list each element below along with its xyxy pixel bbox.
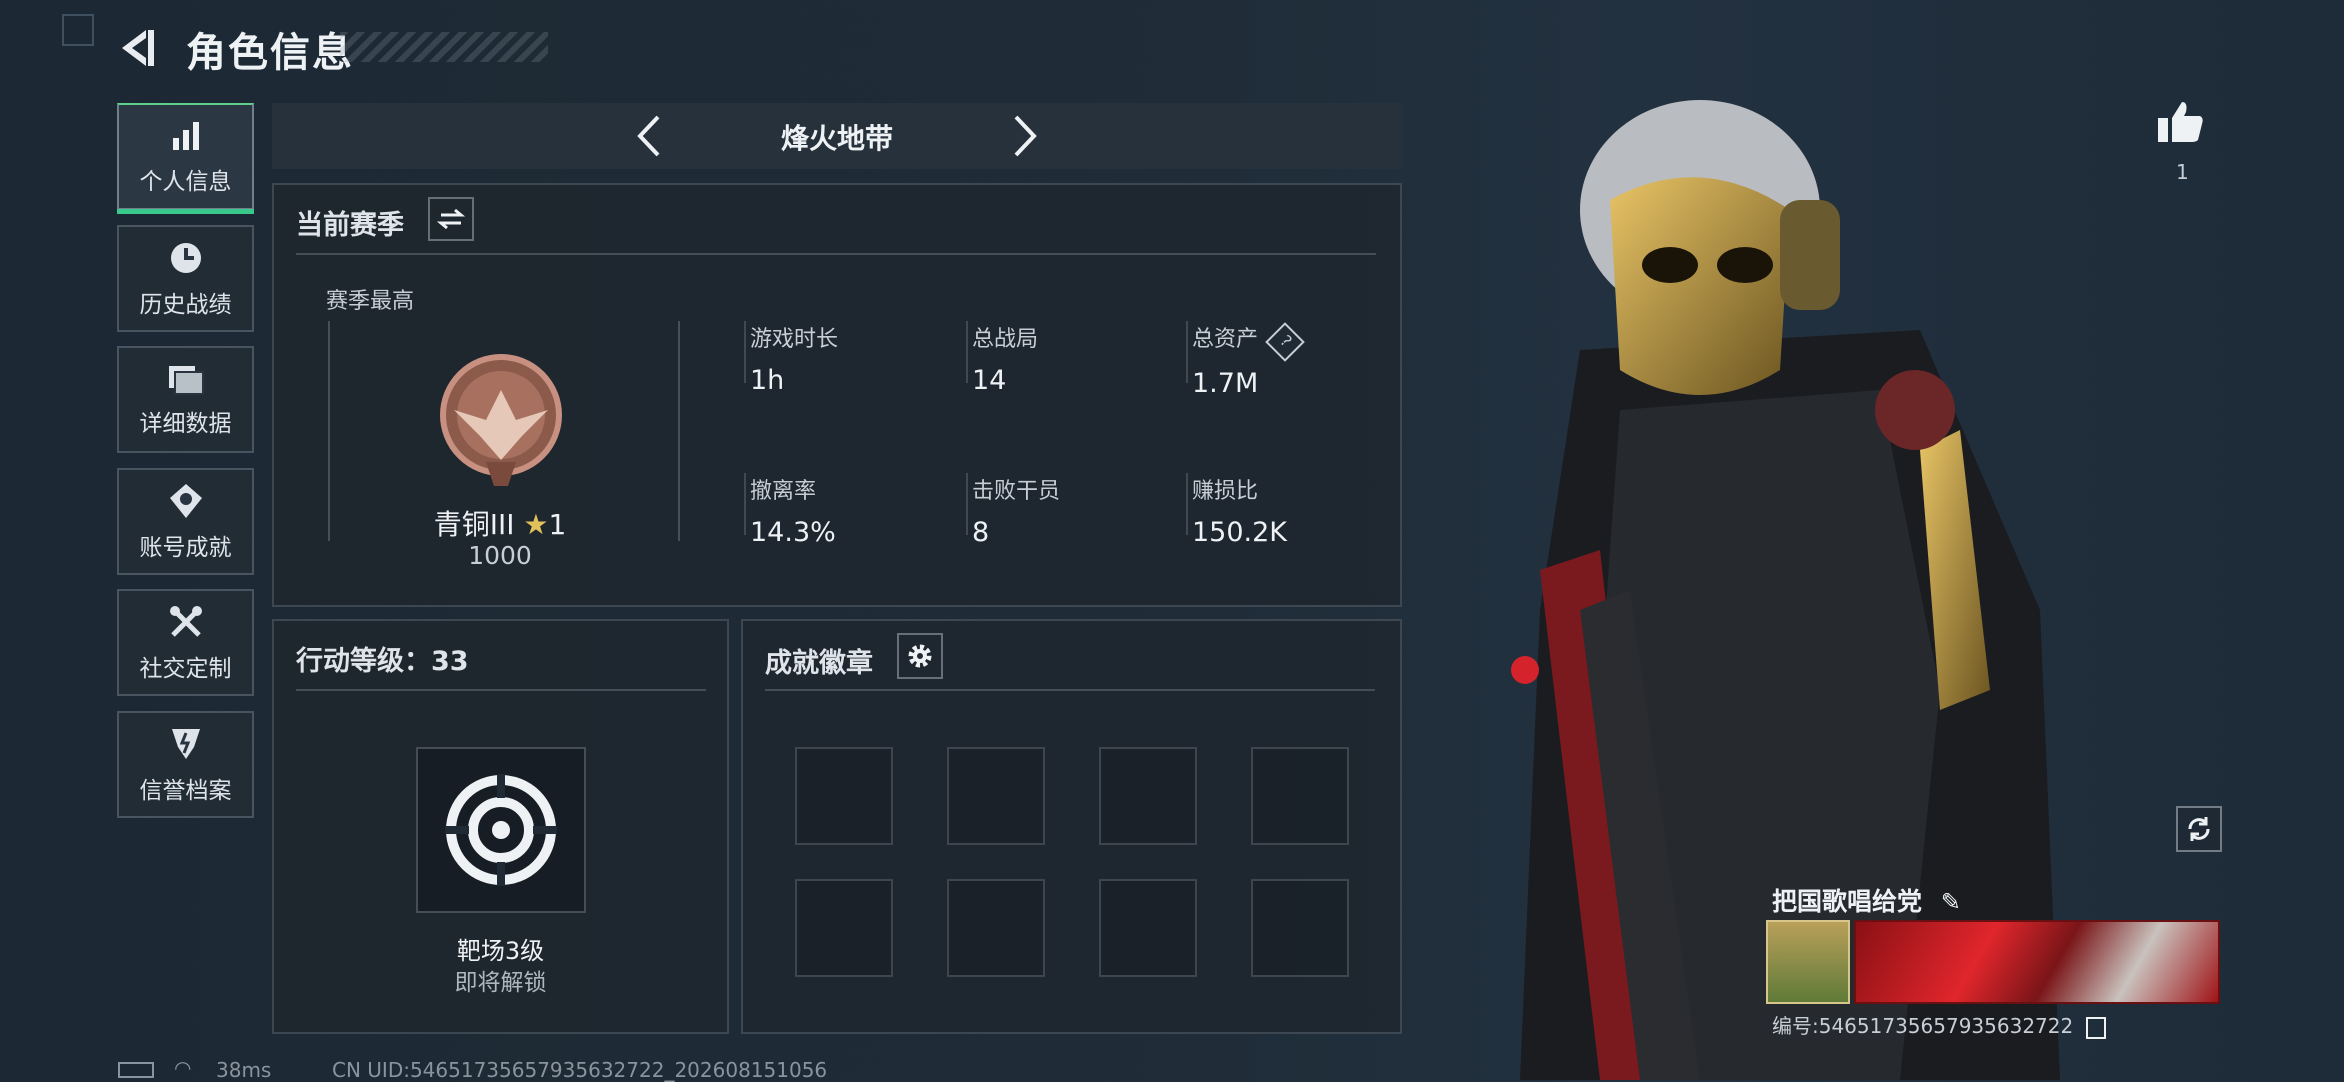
bar-chart-icon [172, 121, 199, 150]
badge-slot[interactable] [1099, 747, 1197, 845]
page-title: 角色信息 [186, 30, 354, 76]
battery-icon [118, 1062, 154, 1078]
rotate-button[interactable] [2176, 806, 2222, 852]
stat-operators-defeated: 击败干员 8 [972, 479, 1061, 548]
divider [765, 689, 1375, 691]
sidebar-item-detailed-data[interactable]: 详细数据 [117, 346, 254, 453]
divider [296, 689, 706, 691]
rank-label: 青铜III ★1 [326, 503, 674, 543]
badge-slot[interactable] [795, 879, 893, 977]
badge-slot[interactable] [947, 879, 1045, 977]
range-status: 即将解锁 [454, 970, 547, 996]
range-icon-frame[interactable] [416, 747, 586, 913]
sidebar-item-achievements[interactable]: 账号成就 [117, 468, 254, 575]
sidebar-item-label: 历史战绩 [139, 291, 232, 318]
player-name: 把国歌唱给党 ✎ [1772, 887, 1961, 916]
chevron-right-icon[interactable] [1004, 111, 1044, 161]
badge-slot[interactable] [1099, 879, 1197, 977]
title-stripes [340, 32, 548, 62]
corner-decoration [62, 14, 94, 46]
badges-title: 成就徽章 [765, 648, 873, 679]
badge-slot[interactable] [1251, 879, 1349, 977]
season-best-label: 赛季最高 [326, 289, 415, 314]
badge-slot[interactable] [947, 747, 1045, 845]
like-button[interactable] [2156, 98, 2206, 146]
medal-icon [169, 483, 202, 518]
back-button[interactable] [112, 22, 164, 74]
divider [744, 321, 746, 383]
divider [1186, 473, 1188, 535]
season-panel: 当前赛季 赛季最高 青铜III ★1 1000 游戏时长 1h 总战局 14 总… [272, 183, 1402, 607]
tools-icon [169, 605, 202, 637]
divider [1186, 321, 1188, 383]
stat-total-assets: 总资产 ? 1.7M [1192, 321, 1305, 399]
player-card: 把国歌唱给党 ✎ 编号:5465173565793563272​2 [1762, 876, 2222, 1046]
help-icon[interactable]: ? [1265, 322, 1305, 362]
gear-icon [908, 644, 932, 668]
season-switch-button[interactable] [428, 197, 474, 241]
ping-value: 38ms [216, 1058, 272, 1082]
mode-selector: 烽火地带 [272, 103, 1402, 169]
folder-icon [168, 365, 204, 395]
uid-text: CN UID:5465173565793563272​2_20260815105… [332, 1058, 828, 1082]
stat-playtime: 游戏时长 1h [750, 327, 839, 396]
sidebar-item-history[interactable]: 历史战绩 [117, 225, 254, 332]
badge-settings-button[interactable] [897, 633, 943, 679]
shield-icon [171, 728, 200, 759]
badge-slot[interactable] [795, 747, 893, 845]
stat-profit-loss: 赚损比 150.2K [1192, 479, 1288, 548]
divider [966, 473, 968, 535]
divider [966, 321, 968, 383]
target-icon [445, 774, 557, 886]
refresh-icon [2188, 817, 2210, 841]
season-title: 当前赛季 [296, 210, 404, 241]
back-arrow-icon [122, 30, 154, 66]
badge-slot[interactable] [1251, 747, 1349, 845]
rank-score: 1000 [468, 541, 532, 570]
sidebar-item-reputation[interactable]: 信誉档案 [117, 711, 254, 818]
range-level-label: 靶场3级 [456, 937, 545, 965]
sidebar-item-label: 信誉档案 [139, 777, 232, 804]
sidebar-item-personal-info[interactable]: 个人信息 [117, 103, 254, 214]
avatar[interactable] [1766, 920, 1850, 1004]
swap-icon [437, 208, 465, 230]
action-level-title: 行动等级：33 [296, 646, 469, 677]
divider [296, 253, 1376, 255]
action-level-panel: 行动等级：33 靶场3级 即将解锁 [272, 619, 729, 1034]
clock-icon [170, 242, 201, 273]
sidebar-item-label: 账号成就 [139, 534, 232, 561]
wifi-icon: ◠ [174, 1056, 192, 1080]
sidebar-item-label: 个人信息 [139, 168, 232, 195]
edit-icon[interactable]: ✎ [1941, 888, 1961, 916]
copy-icon[interactable] [2085, 1016, 2106, 1039]
like-count: 1 [2176, 160, 2189, 184]
divider [744, 473, 746, 535]
player-id: 编号:5465173565793563272​2 [1772, 1010, 2106, 1039]
sidebar-item-label: 社交定制 [139, 655, 232, 682]
star-icon: ★ [523, 508, 549, 541]
thumbs-up-icon [2158, 102, 2203, 142]
stat-total-matches: 总战局 14 [972, 327, 1039, 396]
rank-stars: 1 [548, 508, 567, 541]
badges-panel: 成就徽章 [741, 619, 1402, 1034]
sidebar-item-social[interactable]: 社交定制 [117, 589, 254, 696]
name-card-banner[interactable] [1854, 920, 2220, 1004]
sidebar-item-label: 详细数据 [139, 410, 232, 437]
rank-name: 青铜III [433, 508, 515, 541]
stat-extract-rate: 撤离率 14.3% [750, 479, 836, 548]
bronze-rank-icon [440, 354, 562, 486]
mode-label: 烽火地带 [780, 122, 893, 155]
